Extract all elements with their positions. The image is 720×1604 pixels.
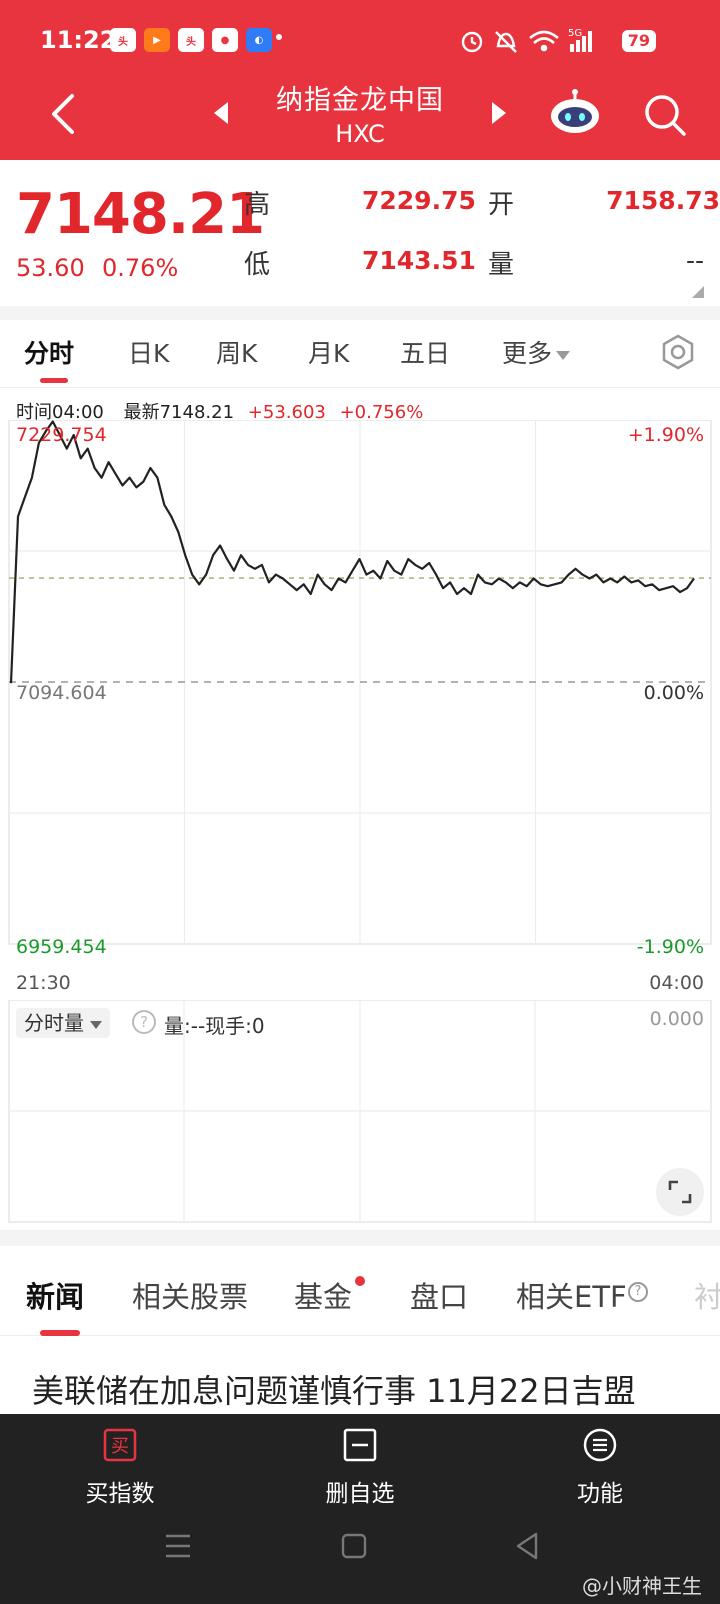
settings-icon[interactable]	[660, 334, 696, 370]
new-badge-dot	[355, 1276, 365, 1286]
battery-indicator: 79	[621, 30, 656, 52]
news-tabs: 新闻 相关股票 基金 盘口 相关ETF ? 衬	[0, 1246, 720, 1336]
tab-news[interactable]: 新闻	[26, 1274, 84, 1316]
menu-icon	[583, 1428, 617, 1462]
index-name: 纳指金龙中国	[276, 85, 444, 116]
more-notifications-icon	[276, 34, 282, 40]
low-value: 7143.51	[362, 246, 476, 275]
nav-bar: 纳指金龙中国 HXC	[0, 70, 720, 160]
watermark: @小财神王生	[582, 1574, 702, 1598]
toutiao-icon: 头	[178, 28, 204, 52]
buy-icon-text: 买	[111, 1436, 129, 1457]
y-bottom-label: 6959.454	[16, 936, 107, 958]
quote-panel: 7148.21 53.60 0.76% 高 7229.75 开 7158.73 …	[0, 160, 720, 310]
divider	[0, 306, 720, 320]
current-price: 7148.21	[16, 182, 265, 247]
5g-signal-icon: 5G	[568, 28, 592, 52]
status-time: 11:22	[40, 26, 117, 54]
x-end-label: 04:00	[649, 972, 704, 994]
functions-label: 功能	[577, 1481, 623, 1507]
volume-value: --	[685, 246, 704, 275]
buy-icon: 买	[103, 1428, 137, 1462]
fullscreen-icon[interactable]	[656, 1168, 704, 1216]
alarm-icon	[461, 31, 483, 53]
system-home-icon[interactable]	[334, 1526, 374, 1566]
remove-watchlist-button[interactable]: 删自选	[290, 1428, 430, 1508]
pct-mid-label: 0.00%	[643, 682, 704, 704]
volume-scale-value: 0.000	[649, 1008, 704, 1030]
open-label: 开	[488, 190, 515, 220]
back-button[interactable]	[44, 92, 84, 136]
tab-related-etf[interactable]: 相关ETF	[516, 1274, 627, 1316]
price-series-line	[9, 420, 695, 684]
tab-daily-k[interactable]: 日K	[128, 334, 169, 370]
tab-more[interactable]: 更多	[502, 334, 571, 370]
x-start-label: 21:30	[16, 972, 71, 994]
remove-watchlist-label: 删自选	[325, 1481, 395, 1507]
map-pin-icon: ●	[212, 28, 238, 52]
chevron-down-icon	[90, 1020, 102, 1029]
price-change-pct: 0.76%	[102, 254, 179, 282]
news-headline[interactable]: 美联储在加息问题谨慎行事 11月22日吉盟	[32, 1366, 636, 1412]
buy-index-button[interactable]: 买 买指数	[50, 1428, 190, 1508]
high-label: 高	[244, 190, 271, 220]
browser-icon: ◐	[246, 28, 272, 52]
price-change: 53.60	[16, 254, 85, 282]
expand-corner-icon[interactable]	[692, 286, 704, 298]
index-code: HXC	[335, 120, 385, 148]
tab-related-stocks[interactable]: 相关股票	[132, 1274, 248, 1316]
help-icon[interactable]: ?	[132, 1010, 156, 1034]
volume-selector[interactable]: 分时量	[16, 1008, 110, 1038]
tab-monthly-k[interactable]: 月K	[308, 334, 349, 370]
high-value: 7229.75	[362, 186, 476, 215]
functions-button[interactable]: 功能	[530, 1428, 670, 1508]
system-status-icons: 5G	[461, 28, 592, 53]
tab-weekly-k[interactable]: 周K	[216, 334, 257, 370]
header: 11:22 头 ▶ 头 ● ◐ 5G 79 纳指金龙中国 HXC	[0, 0, 720, 160]
chart-tabs: 分时 日K 周K 月K 五日 更多	[0, 320, 720, 388]
low-label: 低	[244, 250, 271, 280]
divider	[0, 1230, 720, 1246]
tab-overflow[interactable]: 衬	[694, 1274, 720, 1316]
buy-index-label: 买指数	[85, 1481, 155, 1507]
pct-bottom-label: -1.90%	[636, 936, 704, 958]
tab-order-book[interactable]: 盘口	[410, 1274, 468, 1316]
toutiao-icon: 头	[110, 28, 136, 52]
chevron-down-icon	[556, 350, 571, 360]
next-index-button[interactable]	[486, 98, 512, 128]
volume-selector-label: 分时量	[24, 1011, 84, 1035]
prev-index-button[interactable]	[208, 98, 234, 128]
system-back-icon[interactable]	[508, 1526, 548, 1566]
status-bar: 11:22 头 ▶ 头 ● ◐ 5G 79	[0, 0, 720, 80]
y-top-label: 7229.754	[16, 424, 107, 446]
y-mid-label: 7094.604	[16, 682, 107, 704]
search-icon[interactable]	[640, 90, 690, 140]
notification-icons: 头 ▶ 头 ● ◐	[110, 28, 272, 52]
system-menu-icon[interactable]	[158, 1526, 198, 1566]
tab-funds[interactable]: 基金	[294, 1274, 352, 1316]
volume-info: 量:--现手:0	[164, 1014, 265, 1038]
remove-watchlist-icon	[343, 1428, 377, 1462]
open-value: 7158.73	[606, 186, 720, 215]
intraday-price-chart[interactable]	[0, 420, 720, 986]
news-tab-indicator	[40, 1330, 80, 1336]
tab-active-indicator	[40, 378, 68, 383]
video-icon: ▶	[144, 28, 170, 52]
tab-five-day[interactable]: 五日	[400, 334, 450, 370]
mute-icon	[495, 31, 517, 53]
robot-assistant-icon[interactable]	[548, 88, 602, 134]
wifi-icon	[529, 30, 559, 52]
pct-top-label: +1.90%	[627, 424, 704, 446]
tab-intraday[interactable]: 分时	[24, 334, 74, 370]
help-icon[interactable]: ?	[628, 1282, 648, 1302]
tab-more-label: 更多	[502, 339, 553, 368]
volume-label: 量	[488, 250, 515, 280]
svg-text:5G: 5G	[568, 28, 582, 39]
